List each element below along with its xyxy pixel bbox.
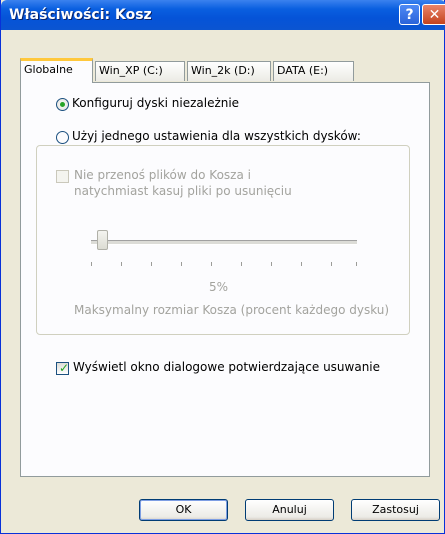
max-size-label: Maksymalny rozmiar Kosza (procent każdeg… <box>74 303 390 317</box>
tab-globalne[interactable]: Globalne <box>20 58 93 83</box>
tab-win-2k[interactable]: Win_2k (D:) <box>187 61 271 81</box>
slider-tick <box>181 262 182 266</box>
tab-label: DATA (E:) <box>277 64 329 77</box>
slider-tick <box>301 262 302 266</box>
slider-tick <box>356 262 357 266</box>
help-button[interactable]: ? <box>399 4 420 25</box>
title-bar[interactable]: Właściwości: Kosz ? ✕ <box>1 0 445 30</box>
close-icon: ✕ <box>428 6 441 23</box>
cancel-button[interactable]: Anuluj <box>245 499 334 521</box>
close-button[interactable]: ✕ <box>422 4 445 25</box>
confirm-delete-checkbox[interactable]: ✓ <box>56 361 70 375</box>
apply-button[interactable]: Zastosuj <box>351 499 440 521</box>
max-size-slider-thumb[interactable] <box>97 230 108 250</box>
slider-value-label: 5% <box>209 280 229 294</box>
slider-tick <box>271 262 272 266</box>
slider-tick <box>91 262 92 266</box>
slider-tick <box>211 262 212 266</box>
help-icon: ? <box>405 6 414 23</box>
checkmark-icon: ✓ <box>59 361 70 375</box>
ok-button[interactable]: OK <box>139 499 228 521</box>
configure-independently-radio[interactable] <box>56 98 69 111</box>
tab-data[interactable]: DATA (E:) <box>273 61 354 81</box>
configure-independently-label[interactable]: Konfiguruj dyski niezależnie <box>72 96 239 110</box>
tab-label: Win_2k (D:) <box>191 64 255 77</box>
slider-tick <box>151 262 152 266</box>
slider-tick <box>331 262 332 266</box>
slider-tick <box>241 262 242 266</box>
tab-label: Win_XP (C:) <box>99 64 163 77</box>
slider-tick <box>121 262 122 266</box>
tab-win-xp[interactable]: Win_XP (C:) <box>95 61 185 81</box>
window-title: Właściwości: Kosz <box>9 7 152 23</box>
use-one-setting-label[interactable]: Użyj jednego ustawienia dla wszystkich d… <box>72 129 364 143</box>
max-size-slider-track[interactable] <box>91 240 357 245</box>
dont-move-to-bin-label-line1: Nie przenoś plików do Kosza i <box>74 168 251 182</box>
confirm-delete-label[interactable]: Wyświetl okno dialogowe potwierdzające u… <box>73 360 380 374</box>
properties-window: Właściwości: Kosz ? ✕ Globalne Win_XP (C… <box>0 0 445 534</box>
dont-move-to-bin-checkbox[interactable] <box>56 170 69 183</box>
use-one-setting-radio[interactable] <box>56 131 69 144</box>
tab-label: Globalne <box>24 63 73 76</box>
dont-move-to-bin-label-line2: natychmiast kasuj pliki po usunięciu <box>74 184 292 198</box>
